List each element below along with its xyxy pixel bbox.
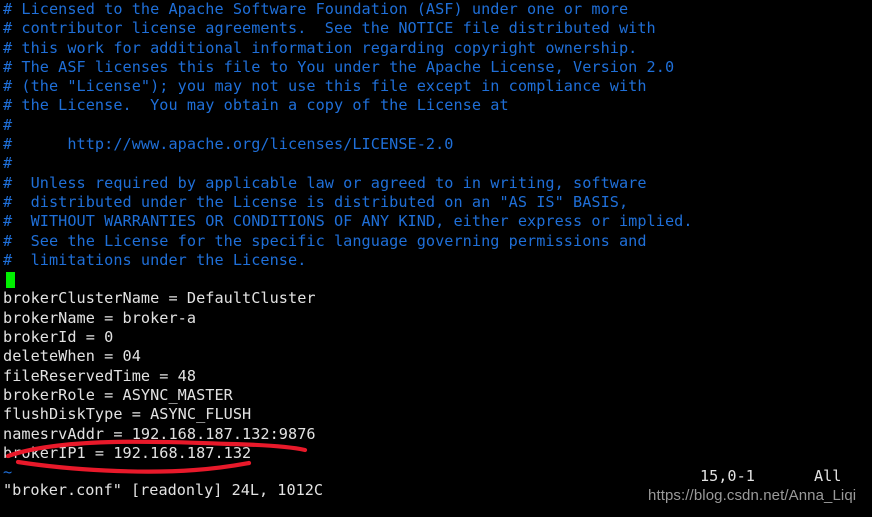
vim-text-buffer[interactable]: # Licensed to the Apache Software Founda… bbox=[0, 0, 872, 482]
buffer-line[interactable]: fileReservedTime = 48 bbox=[3, 367, 872, 386]
terminal-window: # Licensed to the Apache Software Founda… bbox=[0, 0, 872, 517]
buffer-line[interactable]: brokerId = 0 bbox=[3, 328, 872, 347]
buffer-line[interactable]: # (the "License"); you may not use this … bbox=[3, 77, 872, 96]
buffer-line[interactable]: deleteWhen = 04 bbox=[3, 347, 872, 366]
buffer-line[interactable]: # the License. You may obtain a copy of … bbox=[3, 96, 872, 115]
buffer-line[interactable]: # http://www.apache.org/licenses/LICENSE… bbox=[3, 135, 872, 154]
buffer-line[interactable]: # this work for additional information r… bbox=[3, 39, 872, 58]
text-cursor bbox=[6, 271, 16, 288]
blog-watermark: https://blog.csdn.net/Anna_Liqi bbox=[648, 487, 857, 504]
buffer-line[interactable]: brokerRole = ASYNC_MASTER bbox=[3, 386, 872, 405]
buffer-line[interactable]: # limitations under the License. bbox=[3, 251, 872, 270]
buffer-line[interactable]: # WITHOUT WARRANTIES OR CONDITIONS OF AN… bbox=[3, 212, 872, 231]
buffer-line[interactable]: brokerIP1 = 192.168.187.132 bbox=[3, 444, 872, 463]
buffer-line[interactable] bbox=[3, 270, 872, 289]
buffer-line[interactable]: # bbox=[3, 116, 872, 135]
buffer-line[interactable]: flushDiskType = ASYNC_FLUSH bbox=[3, 405, 872, 424]
buffer-line[interactable]: # bbox=[3, 154, 872, 173]
buffer-line[interactable]: namesrvAddr = 192.168.187.132:9876 bbox=[3, 425, 872, 444]
buffer-line[interactable]: # The ASF licenses this file to You unde… bbox=[3, 58, 872, 77]
buffer-line[interactable]: brokerClusterName = DefaultCluster bbox=[3, 289, 872, 308]
buffer-line[interactable]: # contributor license agreements. See th… bbox=[3, 19, 872, 38]
buffer-line[interactable]: # See the License for the specific langu… bbox=[3, 232, 872, 251]
buffer-line[interactable]: # Unless required by applicable law or a… bbox=[3, 174, 872, 193]
buffer-line[interactable]: # Licensed to the Apache Software Founda… bbox=[3, 0, 872, 19]
buffer-line[interactable]: # distributed under the License is distr… bbox=[3, 193, 872, 212]
buffer-line[interactable]: brokerName = broker-a bbox=[3, 309, 872, 328]
